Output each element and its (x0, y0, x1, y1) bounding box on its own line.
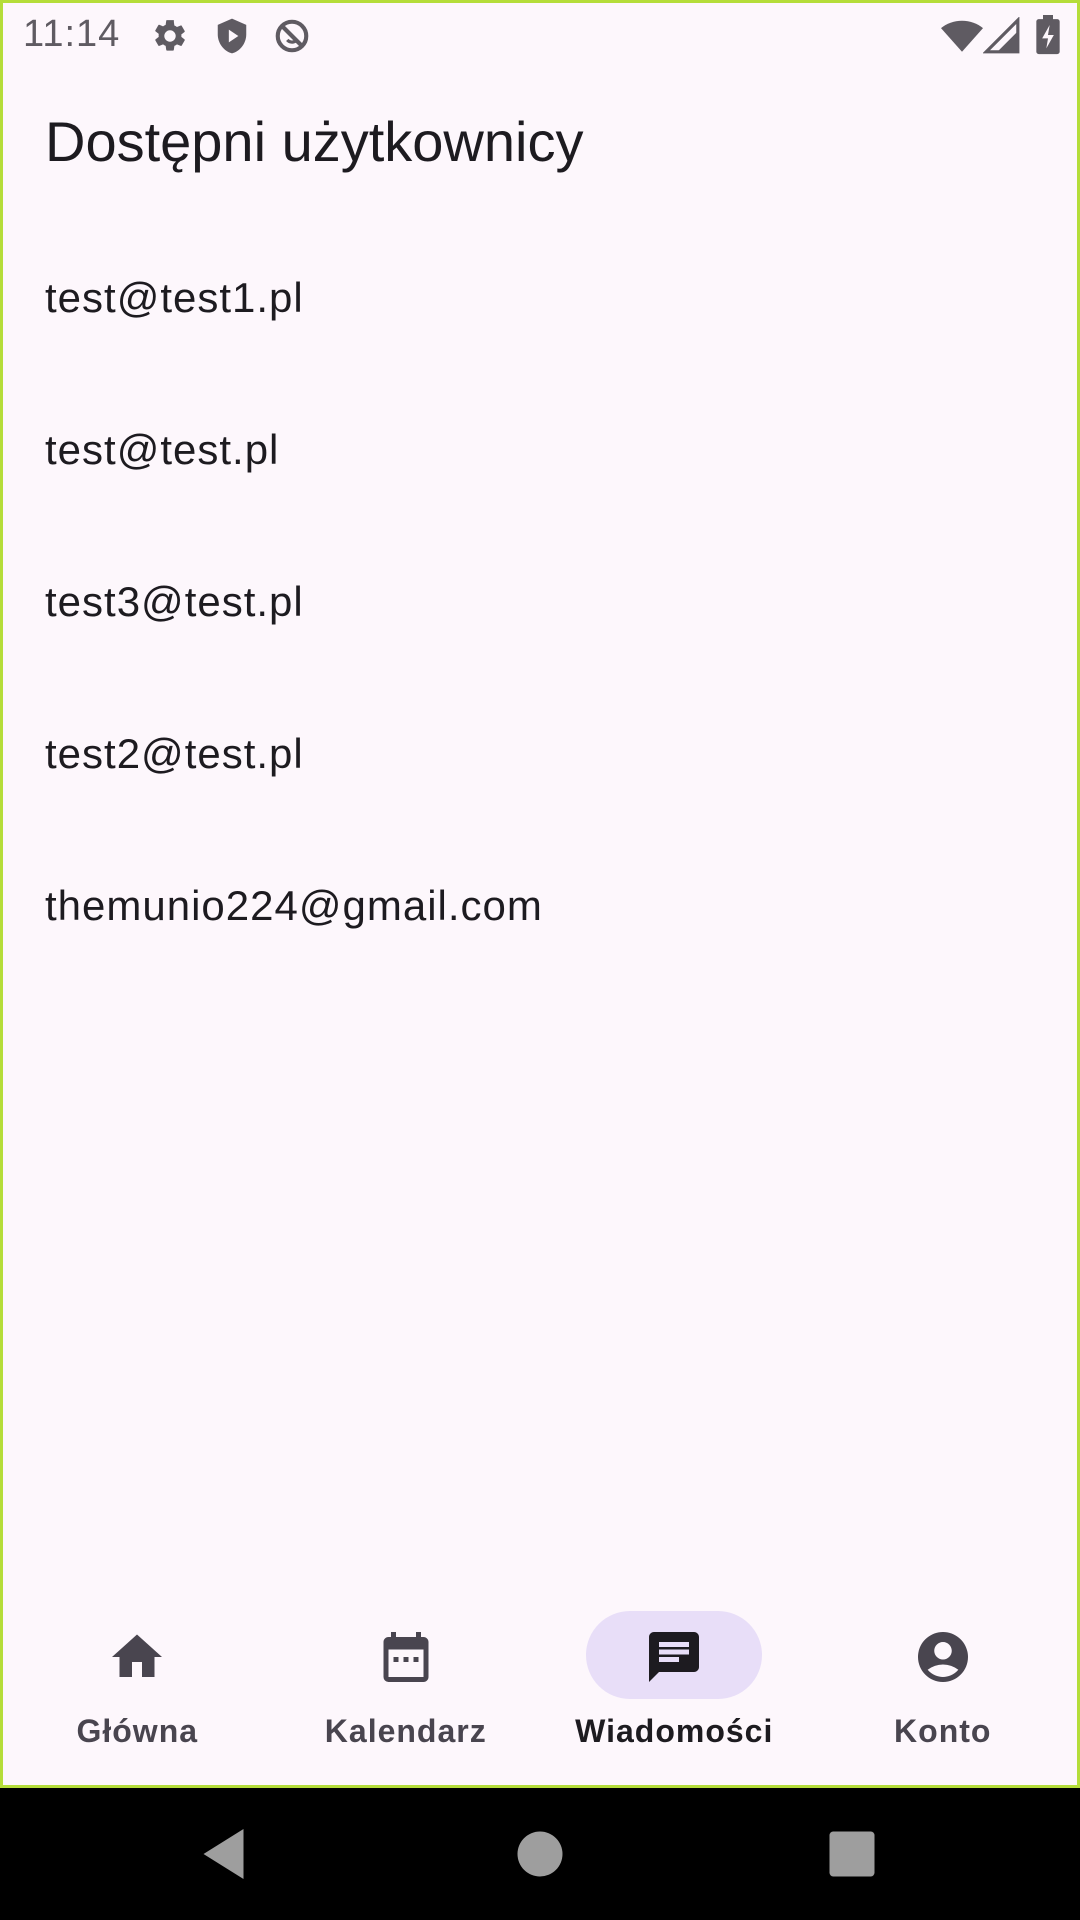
nav-item-account[interactable]: Konto (809, 1587, 1078, 1785)
home-icon (107, 1627, 167, 1687)
nav-label: Kalendarz (324, 1713, 487, 1749)
wifi-icon (941, 15, 983, 57)
nav-item-messages[interactable]: Wiadomości (540, 1587, 809, 1785)
recents-square-icon[interactable] (822, 1824, 882, 1884)
nav-label: Konto (894, 1713, 992, 1749)
account-icon (913, 1627, 973, 1687)
calendar-icon (376, 1627, 436, 1687)
page-title: Dostępni użytkownicy (45, 110, 584, 173)
bottom-navigation: Główna Kalendarz Wiadomości Konto (3, 1587, 1078, 1785)
status-bar: 11:14 (3, 3, 1077, 69)
battery-charging-icon (1033, 15, 1063, 55)
shield-play-icon (213, 17, 251, 55)
nav-item-calendar[interactable]: Kalendarz (272, 1587, 541, 1785)
user-list-item[interactable]: test3@test.pl (3, 525, 1077, 679)
nav-label: Wiadomości (575, 1713, 774, 1749)
chat-icon (644, 1627, 704, 1687)
back-icon[interactable] (196, 1824, 256, 1884)
user-list-item[interactable]: test@test.pl (3, 373, 1077, 527)
nav-label: Główna (76, 1713, 199, 1749)
status-time: 11:14 (23, 13, 121, 55)
signal-icon (983, 17, 1021, 55)
user-list-item[interactable]: test@test1.pl (3, 221, 1077, 375)
home-circle-icon[interactable] (510, 1824, 570, 1884)
user-list: test@test1.pl test@test.pl test3@test.pl… (3, 223, 1077, 983)
system-navigation-bar (0, 1788, 1080, 1920)
nav-item-home[interactable]: Główna (3, 1587, 272, 1785)
settings-icon (151, 17, 189, 55)
app-screen: 11:14 Dostępni użytkownicy test@test1.pl… (0, 0, 1080, 1788)
user-list-item[interactable]: test2@test.pl (3, 677, 1077, 831)
do-not-disturb-icon (273, 17, 311, 55)
user-list-item[interactable]: themunio224@gmail.com (3, 829, 1077, 983)
